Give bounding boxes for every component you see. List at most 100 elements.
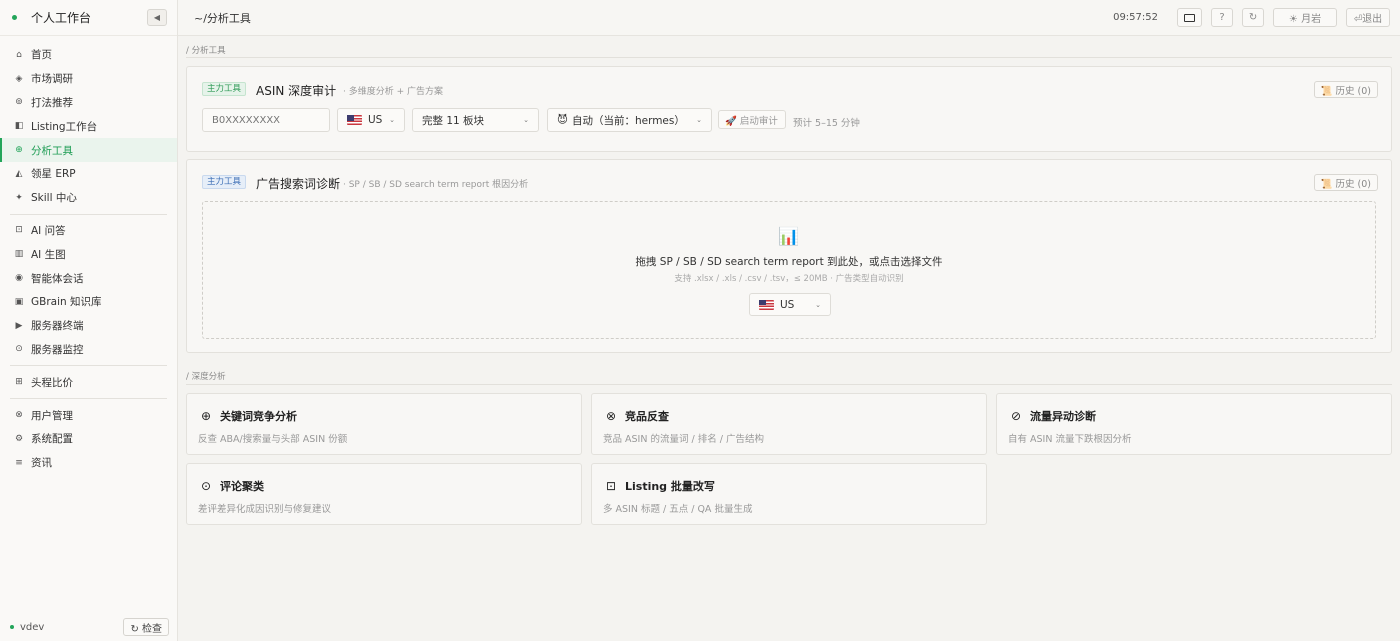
divider (10, 213, 167, 215)
section-label-deep: / 深度分析 (186, 372, 226, 382)
sidebar-item-label: 智能体会话 (31, 272, 84, 285)
feature-card-keyword-competition[interactable]: ⊕ 关键词竞争分析 反查 ABA/搜索量与头部 ASIN 份额 (186, 393, 582, 455)
logout-button[interactable]: ⏎退出 (1346, 8, 1390, 27)
sidebar-item-terminal[interactable]: ▶ 服务器终端 (0, 314, 177, 338)
slash-circle-icon: ⊘ (1010, 409, 1022, 423)
feature-title: Listing 批量改写 (625, 480, 715, 493)
sidebar-item-home[interactable]: ⌂ 首页 (0, 43, 177, 67)
agent-select[interactable]: 😈 自动（当前：hermes） ⌄ (547, 108, 712, 132)
clock: 09:57:52 (1113, 12, 1158, 23)
listing-icon: ◧ (14, 121, 24, 132)
feature-card-competitor-reverse[interactable]: ⊗ 竞品反查 竞品 ASIN 的流量词 / 排名 / 广告结构 (591, 393, 987, 455)
sidebar: 个人工作台 ◀ ⌂ 首页 ◈ 市场调研 ⊚ 打法推荐 ◧ Listing工作台 ⊕ 分析工… (0, 0, 178, 641)
gear-icon: ⚙ (14, 433, 24, 444)
target-icon: ⊚ (15, 97, 23, 108)
sidebar-item-ai-image[interactable]: ▥ AI 生图 (0, 242, 177, 266)
sidebar-item-label: GBrain 知识库 (31, 296, 102, 309)
dot-circle-icon: ⊙ (200, 479, 212, 493)
section-label-analysis: / 分析工具 (186, 46, 226, 56)
sidebar-footer: vdev ↻ 检查 (0, 613, 177, 641)
history-button[interactable]: 📜 历史 (0) (1313, 174, 1378, 191)
collapse-sidebar-button[interactable]: ◀ (147, 9, 167, 26)
ad-search-term-card: 主力工具 广告搜索词诊断 · SP / SB / SD search term … (186, 159, 1392, 353)
home-icon: ⌂ (16, 49, 22, 60)
erp-icon: ◭ (15, 168, 23, 179)
feature-title-row: ⊡ Listing 批量改写 (604, 478, 715, 494)
agent-icon: ◉ (15, 273, 23, 284)
start-audit-button[interactable]: 🚀 启动审计 (718, 110, 786, 129)
breadcrumb: ~/分析工具 (194, 11, 251, 25)
sidebar-item-settings[interactable]: ⚙ 系统配置 (0, 427, 177, 451)
divider (10, 398, 167, 400)
sidebar-item-users[interactable]: ⊗ 用户管理 (0, 403, 177, 427)
feature-title: 竞品反查 (625, 410, 669, 423)
screen-icon (1184, 13, 1195, 22)
sidebar-item-label: 头程比价 (31, 376, 73, 389)
feature-title: 关键词竞争分析 (220, 410, 297, 423)
sidebar-item-ai-chat[interactable]: ⊡ AI 问答 (0, 219, 177, 243)
sidebar-item-news[interactable]: ≡ 资讯 (0, 451, 177, 475)
mode-select[interactable]: 完整 11 板块 ⌄ (412, 108, 539, 132)
image-icon: ▥ (14, 249, 24, 260)
sidebar-item-monitor[interactable]: ⊙ 服务器监控 (0, 338, 177, 362)
help-button[interactable]: ? (1211, 8, 1233, 27)
feature-desc: 多 ASIN 标题 / 五点 / QA 批量生成 (603, 504, 753, 515)
market-select[interactable]: US ⌄ (337, 108, 405, 132)
grid-icon: ⊞ (15, 377, 23, 388)
asin-input[interactable] (202, 108, 330, 132)
mode-value: 完整 11 板块 (422, 114, 485, 127)
sidebar-item-gbrain[interactable]: ▣ GBrain 知识库 (0, 290, 177, 314)
feature-desc: 反查 ABA/搜索量与头部 ASIN 份额 (198, 434, 348, 445)
drop-title: 拖拽 SP / SB / SD search term report 到此处，或… (635, 256, 943, 268)
agent-value: 自动（当前：hermes） (571, 114, 685, 127)
users-icon: ⊗ (15, 410, 23, 421)
sidebar-item-skill[interactable]: ✦ Skill 中心 (0, 186, 177, 210)
theme-button[interactable]: ☀ 月岩 (1273, 8, 1337, 27)
market-icon: ◈ (15, 73, 23, 84)
divider (186, 384, 1392, 385)
feature-card-review-clustering[interactable]: ⊙ 评论聚类 差评差异化成因识别与修复建议 (186, 463, 582, 525)
feature-card-listing-batch-rewrite[interactable]: ⊡ Listing 批量改写 多 ASIN 标题 / 五点 / QA 批量生成 (591, 463, 987, 525)
asin-audit-card: 主力工具 ASIN 深度审计 · 多维度分析 + 广告方案 📜 历史 (0) U… (186, 66, 1392, 152)
sidebar-item-label: Listing工作台 (31, 120, 98, 133)
sidebar-item-label: 用户管理 (31, 409, 73, 422)
chevron-down-icon: ⌄ (696, 116, 702, 124)
sidebar-item-strategy[interactable]: ⊚ 打法推荐 (0, 91, 177, 115)
sidebar-item-freight-compare[interactable]: ⊞ 头程比价 (0, 370, 177, 394)
market-select[interactable]: US ⌄ (749, 293, 831, 316)
sidebar-item-label: 服务器终端 (31, 320, 84, 333)
feature-desc: 竞品 ASIN 的流量词 / 排名 / 广告结构 (603, 434, 764, 445)
divider (10, 365, 167, 367)
feature-title-row: ⊙ 评论聚类 (199, 478, 264, 494)
sidebar-item-label: 分析工具 (31, 144, 73, 157)
card-title: ASIN 深度审计 (256, 84, 337, 98)
sidebar-item-market-research[interactable]: ◈ 市场调研 (0, 67, 177, 91)
refresh-button[interactable]: ↻ (1242, 8, 1264, 27)
sidebar-header: 个人工作台 ◀ (0, 0, 177, 36)
sidebar-item-label: AI 生图 (31, 248, 66, 261)
crosshair-icon: ⊕ (200, 409, 212, 423)
sidebar-item-agent-session[interactable]: ◉ 智能体会话 (0, 266, 177, 290)
devil-icon: 😈 (557, 114, 568, 126)
terminal-icon: ▶ (15, 320, 23, 331)
sidebar-item-analysis-tools[interactable]: ⊕ 分析工具 (0, 138, 177, 162)
check-update-button[interactable]: ↻ 检查 (123, 618, 169, 636)
chat-icon: ⊡ (15, 225, 23, 236)
file-drop-zone[interactable]: 📊 拖拽 SP / SB / SD search term report 到此处… (202, 201, 1376, 339)
us-flag-icon (347, 115, 362, 125)
sidebar-item-listing[interactable]: ◧ Listing工作台 (0, 114, 177, 138)
version-label: vdev (20, 621, 45, 633)
feature-title: 评论聚类 (220, 480, 264, 493)
sidebar-item-erp[interactable]: ◭ 领星 ERP (0, 162, 177, 186)
feature-card-traffic-anomaly[interactable]: ⊘ 流量异动诊断 自有 ASIN 流量下跌根因分析 (996, 393, 1392, 455)
tool-tag: 主力工具 (202, 175, 247, 189)
card-subtitle: · SP / SB / SD search term report 根因分析 (343, 180, 529, 190)
sidebar-item-label: 打法推荐 (31, 96, 73, 109)
screen-toggle-button[interactable] (1177, 8, 1202, 27)
app-title: 个人工作台 (31, 11, 92, 25)
market-value: US (368, 114, 383, 126)
sidebar-item-label: 系统配置 (31, 433, 73, 446)
history-button[interactable]: 📜 历史 (0) (1313, 81, 1378, 98)
chevron-down-icon: ⌄ (815, 300, 821, 309)
tool-tag: 主力工具 (202, 82, 247, 96)
